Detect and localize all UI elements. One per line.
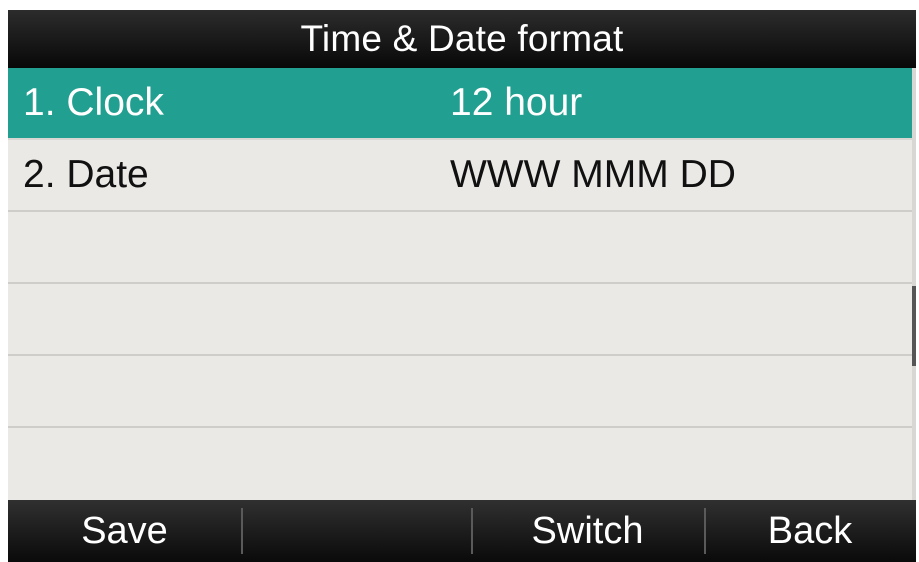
list-item-empty [8,212,916,284]
list-item-empty [8,284,916,356]
save-softkey[interactable]: Save [8,500,241,562]
list-item-clock[interactable]: 1. Clock 12 hour [8,68,916,140]
phone-screen: Time & Date format 1. Clock 12 hour 2. D… [8,10,916,562]
softkey-bar: Save Switch Back [8,500,916,562]
list-item-date[interactable]: 2. Date WWW MMM DD [8,140,916,212]
title-bar: Time & Date format [8,10,916,68]
back-softkey[interactable]: Back [704,500,916,562]
list-item-empty [8,428,916,500]
list-item-label: 1. Clock [23,81,164,124]
list-item-value: 12 hour [450,81,583,124]
switch-softkey[interactable]: Switch [471,500,704,562]
page-title: Time & Date format [300,18,624,59]
list-item-value: WWW MMM DD [450,153,736,196]
list-item-empty [8,356,916,428]
list-item-label: 2. Date [23,153,149,196]
empty-softkey[interactable] [241,500,471,562]
scrollbar-thumb[interactable] [912,286,916,366]
settings-list: 1. Clock 12 hour 2. Date WWW MMM DD [8,68,916,500]
scrollbar[interactable] [912,68,916,500]
